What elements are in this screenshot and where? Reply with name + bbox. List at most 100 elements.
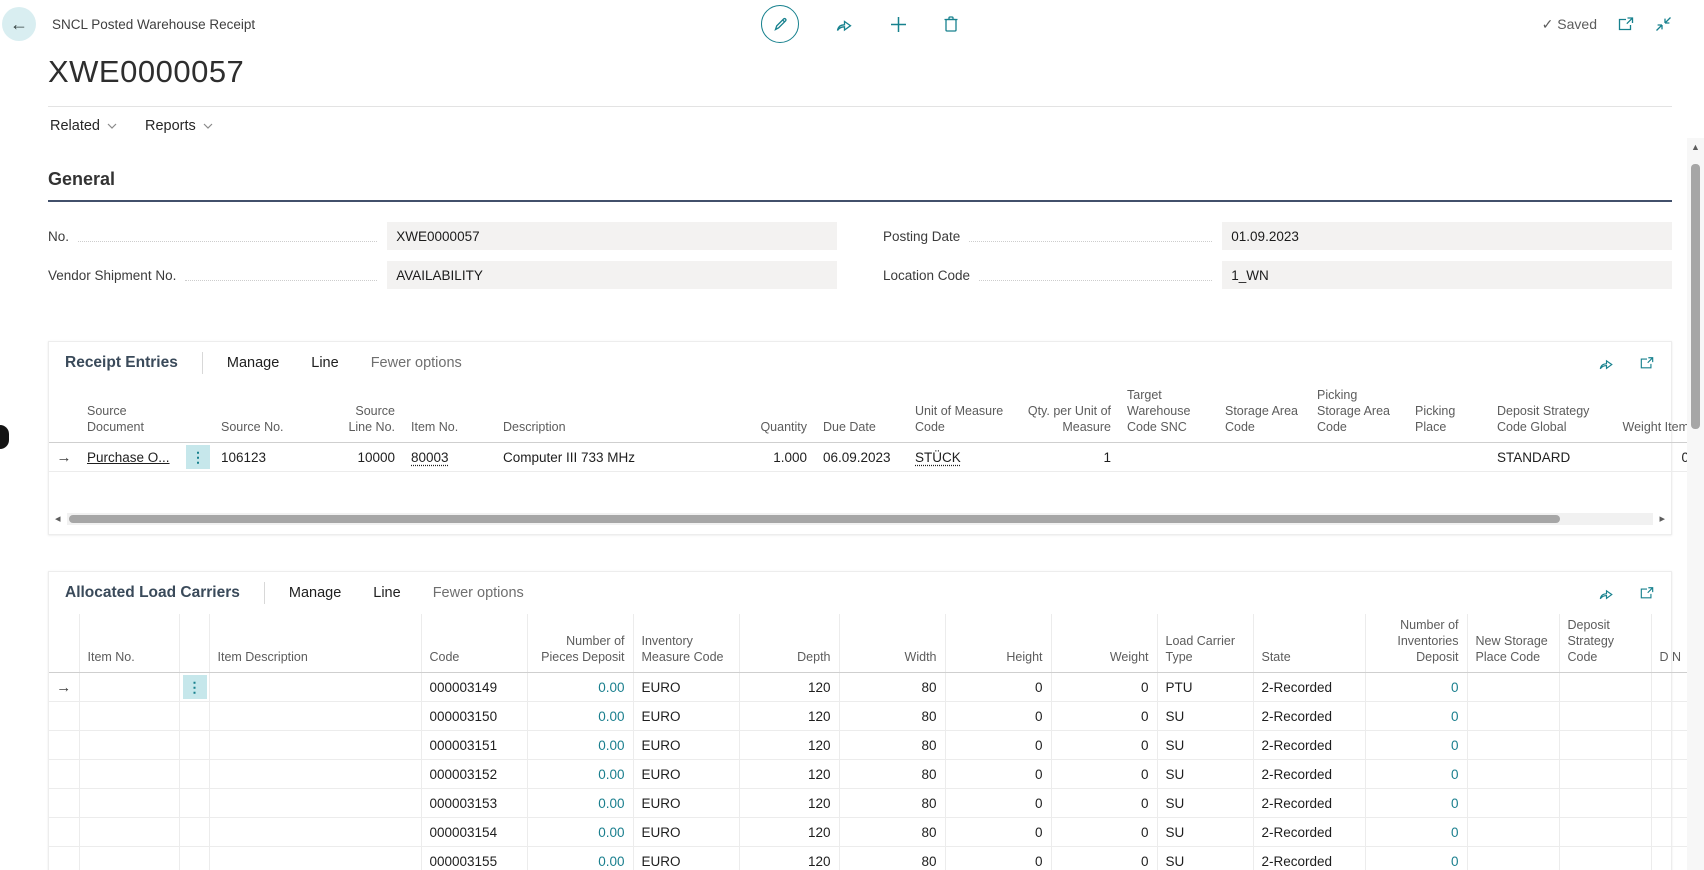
cell-new-storage-place-code[interactable] [1467,760,1559,789]
cell-weight[interactable]: 0 [1051,847,1157,870]
cell-depth[interactable]: 120 [739,847,839,870]
cell-state[interactable]: 2-Recorded [1253,760,1365,789]
minimize-button[interactable] [1655,16,1672,32]
cell-load-carrier-type[interactable]: SU [1157,818,1253,847]
cell-load-carrier-type[interactable]: PTU [1157,673,1253,702]
cell-description[interactable]: Computer III 733 MHz [495,443,729,472]
alc-menu-line[interactable]: Line [373,585,400,601]
row-context-menu[interactable]: ⋮ [183,675,207,699]
cell-partial-column[interactable] [1651,731,1691,760]
cell-partial-column[interactable] [1651,760,1691,789]
cell-new-storage-place-code[interactable] [1467,789,1559,818]
column-header-picking-place[interactable]: Picking Place [1407,384,1489,443]
cell-partial-column[interactable] [1651,818,1691,847]
cell-number-of-pieces-deposit[interactable]: 0.00 [527,789,633,818]
horizontal-scrollbar[interactable]: ◂ ▸ [55,510,1665,528]
column-header-item-no[interactable]: Item No. [79,614,179,673]
column-header-deposit-strategy-code-global[interactable]: Deposit Strategy Code Global [1489,384,1601,443]
cell-item-no[interactable] [79,847,179,870]
cell-row-menu[interactable] [179,731,209,760]
field-value-location-code[interactable]: 1_WN [1222,261,1672,289]
column-header-source-document[interactable]: Source Document [79,384,183,443]
cell-width[interactable]: 80 [839,847,945,870]
cell-width[interactable]: 80 [839,731,945,760]
cell-width[interactable]: 80 [839,673,945,702]
cell-item-description[interactable] [209,702,421,731]
cell-code[interactable]: 000003150 [421,702,527,731]
column-header-partial-column[interactable]: D N [1651,614,1691,673]
column-header-row-menu[interactable] [179,614,209,673]
cell-unit-of-measure-code[interactable]: STÜCK [907,443,1013,472]
cell-row-menu[interactable] [179,789,209,818]
alc-menu-manage[interactable]: Manage [289,585,341,601]
column-header-source-no[interactable]: Source No. [213,384,321,443]
cell-number-of-pieces-deposit[interactable]: 0.00 [527,731,633,760]
cell-weight[interactable]: 0 [1051,818,1157,847]
column-header-height[interactable]: Height [945,614,1051,673]
cell-item-no[interactable] [79,760,179,789]
cell-weight-item[interactable]: 0 [1601,443,1697,472]
cell-number-of-inventories-deposit[interactable]: 0 [1365,847,1467,870]
cell-code[interactable]: 000003149 [421,673,527,702]
cell-height[interactable]: 0 [945,731,1051,760]
column-header-state[interactable]: State [1253,614,1365,673]
cell-deposit-strategy-code[interactable] [1559,789,1651,818]
cell-state[interactable]: 2-Recorded [1253,731,1365,760]
cell-number-of-inventories-deposit[interactable]: 0 [1365,789,1467,818]
cell-partial-column[interactable] [1651,789,1691,818]
column-header-number-of-inventories-deposit[interactable]: Number of Inventories Deposit [1365,614,1467,673]
cell-row-menu[interactable] [179,702,209,731]
cell-number-of-pieces-deposit[interactable]: 0.00 [527,760,633,789]
share-button[interactable] [835,16,854,33]
cell-weight[interactable]: 0 [1051,702,1157,731]
field-value-vendor-shipment-no[interactable]: AVAILABILITY [387,261,837,289]
cell-code[interactable]: 000003151 [421,731,527,760]
row-context-menu[interactable]: ⋮ [186,445,210,469]
cell-depth[interactable]: 120 [739,760,839,789]
cell-deposit-strategy-code[interactable] [1559,702,1651,731]
cell-inventory-measure-code[interactable]: EURO [633,760,739,789]
cell-load-carrier-type[interactable]: SU [1157,789,1253,818]
cell-item-description[interactable] [209,673,421,702]
scroll-left-arrow[interactable]: ◂ [55,514,61,525]
cell-height[interactable]: 0 [945,789,1051,818]
cell-number-of-pieces-deposit[interactable]: 0.00 [527,847,633,870]
cell-code[interactable]: 000003152 [421,760,527,789]
cell-inventory-measure-code[interactable]: EURO [633,847,739,870]
column-header-row-arrow[interactable] [49,384,79,443]
cell-weight[interactable]: 0 [1051,760,1157,789]
cell-picking-place[interactable] [1407,443,1489,472]
cell-new-storage-place-code[interactable] [1467,847,1559,870]
cell-inventory-measure-code[interactable]: EURO [633,789,739,818]
cell-source-no[interactable]: 106123 [213,443,321,472]
cell-number-of-pieces-deposit[interactable]: 0.00 [527,673,633,702]
cell-row-menu[interactable] [179,818,209,847]
column-header-description[interactable]: Description [495,384,729,443]
cell-storage-area-code[interactable] [1217,443,1309,472]
cell-deposit-strategy-code[interactable] [1559,818,1651,847]
cell-inventory-measure-code[interactable]: EURO [633,673,739,702]
field-value-no[interactable]: XWE0000057 [387,222,837,250]
cell-depth[interactable]: 120 [739,818,839,847]
cell-height[interactable]: 0 [945,760,1051,789]
cell-source-document[interactable]: Purchase O... [79,443,183,472]
cell-partial-column[interactable] [1651,702,1691,731]
cell-item-no[interactable] [79,818,179,847]
add-button[interactable] [890,16,907,33]
column-header-item-description[interactable]: Item Description [209,614,421,673]
cell-state[interactable]: 2-Recorded [1253,818,1365,847]
cell-code[interactable]: 000003153 [421,789,527,818]
cell-load-carrier-type[interactable]: SU [1157,760,1253,789]
cell-item-no[interactable] [79,702,179,731]
cell-item-description[interactable] [209,760,421,789]
column-header-storage-area-code[interactable]: Storage Area Code [1217,384,1309,443]
open-in-window-button[interactable] [1617,16,1635,32]
cell-picking-storage-area-code[interactable] [1309,443,1407,472]
share-button[interactable] [1598,356,1615,371]
scrollbar-thumb[interactable] [69,515,1561,523]
column-header-inventory-measure-code[interactable]: Inventory Measure Code [633,614,739,673]
cell-height[interactable]: 0 [945,818,1051,847]
empty-grid-area[interactable] [49,472,1671,510]
cell-inventory-measure-code[interactable]: EURO [633,702,739,731]
cell-partial-column[interactable] [1651,847,1691,870]
